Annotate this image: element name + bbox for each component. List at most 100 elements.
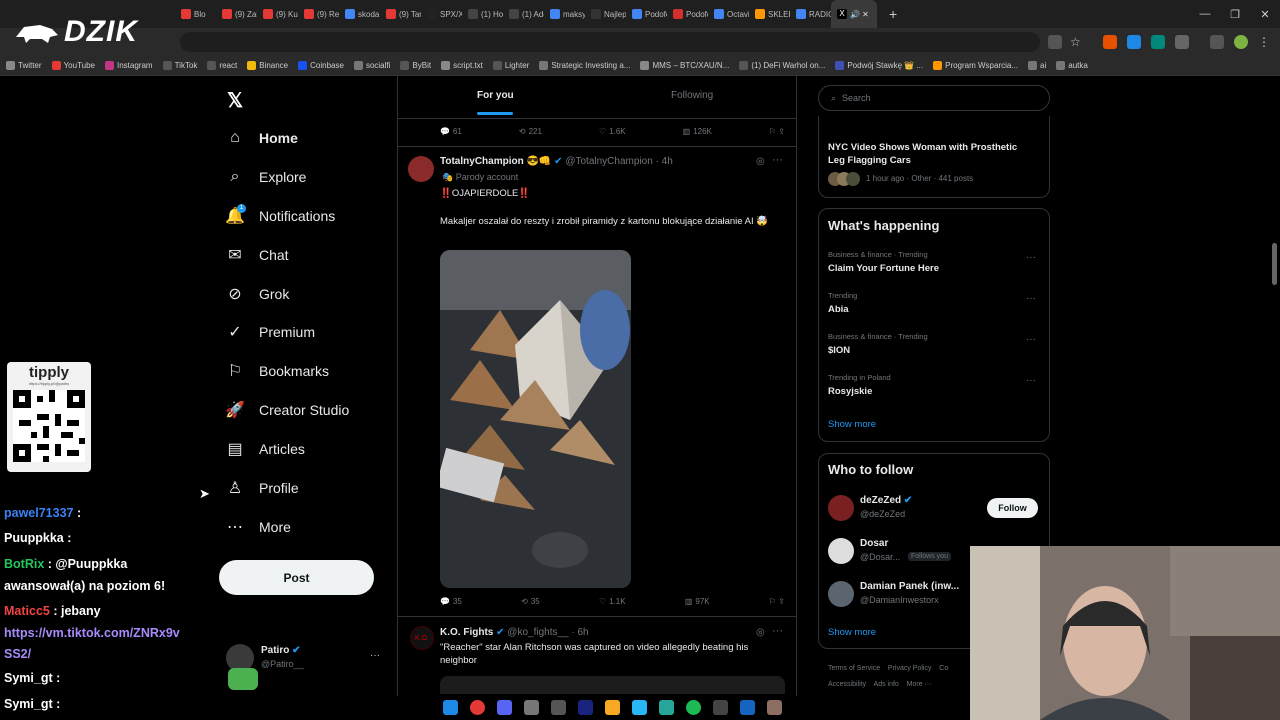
tweet-video[interactable] [440,676,785,694]
app-icon[interactable] [712,699,728,715]
tweet-time[interactable]: 6h [578,627,589,638]
follow-button[interactable]: Follow [987,498,1038,518]
bookmark-item[interactable]: react [207,61,237,70]
tweet-handle[interactable]: @TotalnyChampion [565,156,652,167]
browser-tab[interactable]: Podofo [626,0,667,28]
bookmark-item[interactable]: ai [1028,61,1046,70]
chrome-icon[interactable] [469,699,485,715]
trend-item[interactable]: $ION [828,345,850,356]
tweet-avatar[interactable]: K.O. [410,626,434,650]
extension-icon[interactable] [1127,35,1141,49]
sidebar-item-more[interactable]: ⋯ More [225,512,291,542]
tab-following[interactable]: Following [671,90,713,101]
footer-link[interactable]: More ··· [907,681,932,688]
extension-icon[interactable] [1151,35,1165,49]
like-button[interactable]: ♡ 1.1K [599,597,626,606]
browser-tab[interactable]: (9) Kub [257,0,298,28]
app-icon[interactable] [631,699,647,715]
bookmark-item[interactable]: socialfi [353,61,390,70]
browser-tab[interactable]: SKLEP [749,0,790,28]
sidebar-item-profile[interactable]: ♙ Profile [225,473,299,503]
bookmark-item[interactable]: Coinbase [298,61,344,70]
tweet-more-icon[interactable]: ··· [772,154,783,166]
x-logo-icon[interactable]: 𝕏 [227,88,243,113]
steam-icon[interactable] [577,699,593,715]
repost-button[interactable]: ⟲ 221 [519,127,542,136]
trend-item[interactable]: Rosyjskie [828,386,872,397]
app-icon[interactable] [658,699,674,715]
browser-tab[interactable]: Najleps [585,0,626,28]
who-show-more[interactable]: Show more [828,627,876,638]
grok-icon[interactable]: ◎ [756,627,765,638]
app-icon[interactable] [766,699,782,715]
footer-link[interactable]: Co [939,665,948,672]
bookmark-item[interactable]: Program Wsparcia... [933,61,1018,70]
folder-icon[interactable] [604,699,620,715]
tab-for-you[interactable]: For you [477,90,514,101]
news-title[interactable]: NYC Video Shows Woman with Prosthetic Leg… [828,141,1038,167]
trend-more-icon[interactable]: ··· [1026,293,1036,304]
reply-button[interactable]: 💬 35 [440,597,462,606]
browser-tab[interactable]: (9) Zal [216,0,257,28]
tab-close-icon[interactable]: 🔊 ✕ [850,10,869,19]
media-icon[interactable] [1210,35,1224,49]
sidebar-item-explore[interactable]: ⌕ Explore [225,162,307,192]
browser-tab[interactable]: maksym [544,0,585,28]
sidebar-item-articles[interactable]: ▤ Articles [225,434,304,464]
tweet-avatar[interactable] [408,156,434,182]
bookmark-item[interactable]: autka [1056,61,1088,70]
browser-tab[interactable]: (9) Tani [380,0,421,28]
sidebar-item-creator-studio[interactable]: 🚀 Creator Studio [225,395,349,425]
repost-button[interactable]: ⟲ 35 [521,597,540,606]
bookmark-item[interactable]: script.txt [441,61,483,70]
new-tab-button[interactable]: + [889,6,897,22]
tweet-author-name[interactable]: K.O. Fights [440,627,493,638]
bookmark-item[interactable]: Instagram [105,61,153,70]
bookmark-share-icons[interactable]: ⚐ ⇪ [769,597,785,606]
minimize-button[interactable]: — [1190,0,1220,28]
views-count[interactable]: ▥ 126K [683,127,712,136]
profile-avatar-icon[interactable] [1234,35,1248,49]
follow-avatar[interactable] [828,581,854,607]
trend-more-icon[interactable]: ··· [1026,334,1036,345]
close-window-button[interactable]: ✕ [1250,0,1280,28]
follow-avatar[interactable] [828,495,854,521]
discord-icon[interactable] [496,699,512,715]
tweet-handle[interactable]: @ko_fights__ [507,627,568,638]
bookmark-item[interactable]: TikTok [162,61,197,70]
app-icon[interactable] [523,699,539,715]
star-icon[interactable]: ☆ [1070,35,1084,49]
grok-icon[interactable]: ◎ [756,156,765,167]
tweet-author-name[interactable]: TotalnyChampion 😎👊 [440,156,551,167]
tweet-more-icon[interactable]: ··· [772,625,783,637]
bookmark-item[interactable]: Lighter [492,61,529,70]
bookmark-item[interactable]: Binance [247,61,288,70]
menu-icon[interactable]: ⋮ [1258,35,1272,49]
views-count[interactable]: ▥ 97K [685,597,710,606]
like-button[interactable]: ♡ 1.6K [599,127,626,136]
browser-tab[interactable]: (1) Ade [503,0,544,28]
follow-name[interactable]: Damian Panek (inw... [860,581,959,592]
obs-icon[interactable] [550,699,566,715]
trend-item[interactable]: Claim Your Fortune Here [828,263,939,274]
start-icon[interactable] [442,699,458,715]
follow-name[interactable]: Dosar [860,538,888,549]
follow-avatar[interactable] [828,538,854,564]
browser-tab[interactable]: (1) Hor [462,0,503,28]
browser-tab[interactable]: RADIO [790,0,831,28]
browser-tab[interactable]: SPX/XA [421,0,462,28]
page-scrollbar-thumb[interactable] [1272,243,1277,285]
trend-more-icon[interactable]: ··· [1026,252,1036,263]
browser-tab[interactable]: Octavia [708,0,749,28]
trend-more-icon[interactable]: ··· [1026,375,1036,386]
bookmark-item[interactable]: Twitter [6,61,42,70]
account-more-icon[interactable]: ··· [370,650,380,661]
bookmark-item[interactable]: Podwój Stawkę 👑 ... [835,61,923,70]
bookmark-item[interactable]: (1) DeFi Warhol on... [739,61,825,70]
browser-tab[interactable]: Blo [175,0,216,28]
puzzle-icon[interactable] [1175,35,1189,49]
sidebar-item-home[interactable]: ⌂ Home [225,123,298,153]
follow-name[interactable]: deZeZed ✔ [860,495,912,506]
tab-x-active[interactable]: X 🔊 ✕ [831,0,877,28]
search-input[interactable]: ⌕ Search [818,85,1050,111]
